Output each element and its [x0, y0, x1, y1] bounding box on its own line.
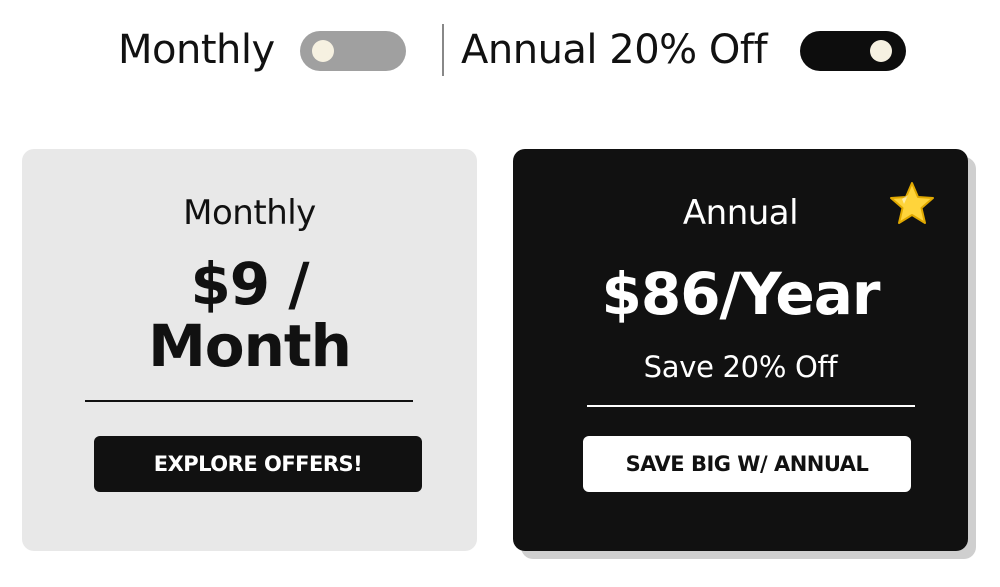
annual-toggle-label[interactable]: Annual 20% Off	[461, 24, 768, 76]
monthly-price-period: Month	[148, 312, 352, 380]
annual-switch-knob	[870, 40, 892, 62]
monthly-plan-card: Monthly $9 / Month EXPLORE OFFERS!	[22, 149, 477, 551]
annual-plan-divider	[587, 405, 915, 407]
annual-switch[interactable]	[800, 31, 906, 71]
annual-plan-savings: Save 20% Off	[643, 350, 838, 384]
save-big-annual-button[interactable]: SAVE BIG W/ ANNUAL	[583, 436, 911, 492]
explore-offers-button[interactable]: EXPLORE OFFERS!	[94, 436, 422, 492]
monthly-plan-title: Monthly	[183, 193, 316, 233]
monthly-plan-divider	[85, 400, 413, 402]
monthly-switch[interactable]	[300, 31, 406, 71]
monthly-switch-knob	[312, 40, 334, 62]
annual-plan-title: Annual	[682, 193, 799, 233]
monthly-price-amount: $9 /	[190, 250, 309, 318]
annual-plan-card: Annual $86/Year Save 20% Off SAVE BIG W/…	[513, 149, 968, 551]
annual-plan-price: $86/Year	[601, 260, 880, 328]
monthly-toggle-label[interactable]: Monthly	[118, 24, 275, 76]
billing-toggle: Monthly Annual 20% Off	[0, 20, 1000, 82]
toggle-divider	[442, 24, 444, 76]
monthly-plan-price: $9 / Month	[22, 253, 477, 377]
